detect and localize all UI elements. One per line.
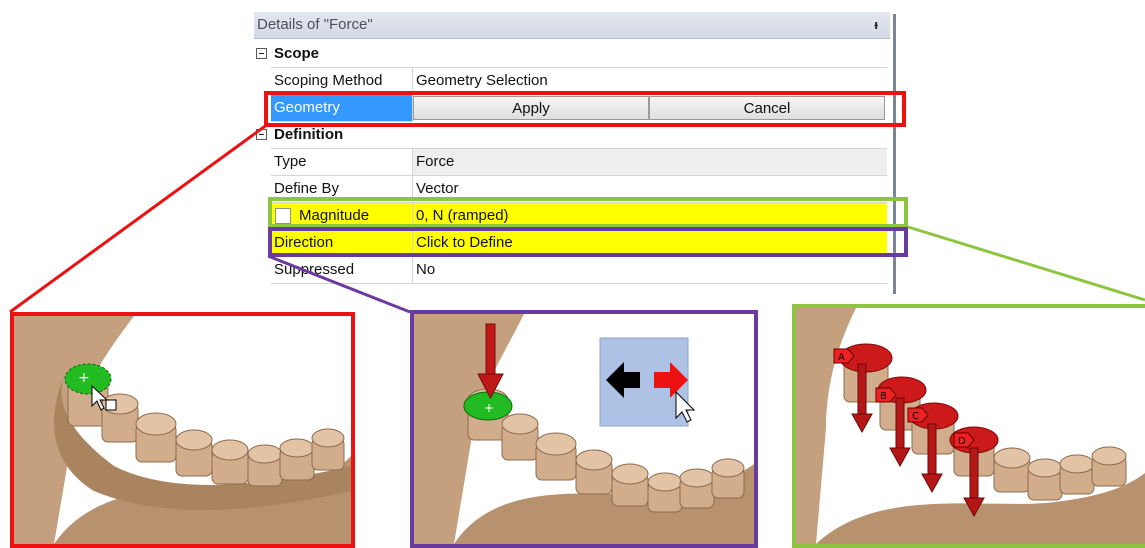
svg-text:A: A <box>838 352 845 363</box>
callout-select-face: + <box>10 312 355 548</box>
green-connector-line <box>904 224 1145 302</box>
callout-direction: + <box>410 310 758 548</box>
jaw-model-view: + <box>14 316 351 544</box>
face-select-cursor-icon <box>105 399 117 411</box>
svg-text:+: + <box>484 401 494 415</box>
svg-text:C: C <box>912 411 919 422</box>
svg-text:B: B <box>880 391 887 402</box>
jaw-model-direction-view: + <box>414 314 754 544</box>
callout-multiple-forces: A B C D <box>792 304 1145 548</box>
svg-text:+: + <box>78 370 90 386</box>
purple-connector-line <box>267 254 411 314</box>
red-connector-line <box>9 122 269 314</box>
direction-toggle-widget[interactable] <box>599 337 696 427</box>
jaw-model-forces-view: A B C D <box>796 308 1145 544</box>
svg-text:D: D <box>958 436 966 447</box>
